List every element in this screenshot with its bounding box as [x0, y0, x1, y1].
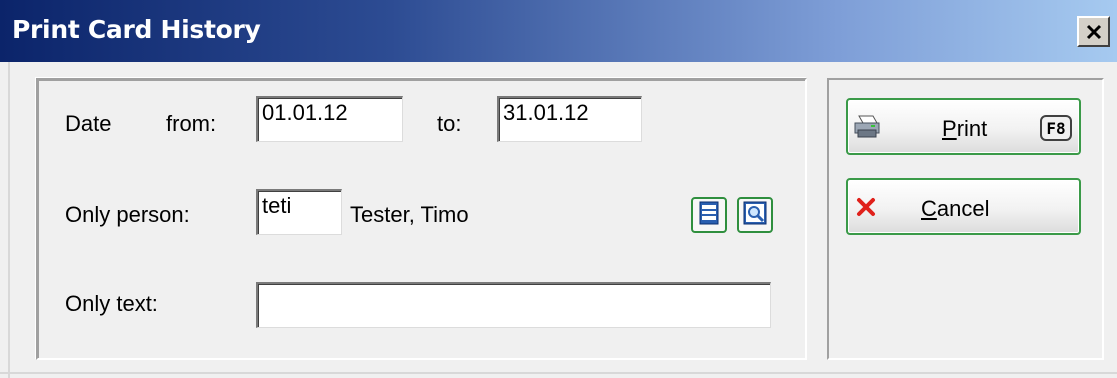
print-button-label: Print: [942, 116, 988, 141]
select-person-button[interactable]: [691, 197, 727, 233]
red-x-icon: [856, 197, 876, 222]
person-name-display: Tester, Timo: [350, 202, 469, 227]
list-select-icon: [698, 201, 720, 230]
print-card-history-dialog: Print Card History Date from: 01.01.12 t…: [0, 0, 1117, 378]
window-left-edge: [8, 62, 10, 378]
printer-icon: [853, 114, 881, 145]
cancel-button-label: Cancel: [921, 196, 990, 221]
print-shortcut-badge: F8: [1040, 115, 1072, 141]
window-bottom-edge: [0, 372, 1117, 374]
to-label: to:: [437, 111, 462, 136]
date-from-input[interactable]: 01.01.12: [256, 96, 403, 142]
title-bar: Print Card History: [0, 0, 1117, 62]
cancel-button[interactable]: Cancel: [846, 178, 1081, 235]
date-label: Date: [65, 111, 112, 136]
only-text-label: Only text:: [65, 291, 158, 316]
magnifier-icon: [743, 201, 767, 230]
close-button[interactable]: [1077, 16, 1110, 47]
print-button[interactable]: Print F8: [846, 98, 1081, 155]
only-person-label: Only person:: [65, 202, 190, 227]
only-text-input[interactable]: [256, 282, 771, 328]
window-title: Print Card History: [12, 15, 261, 44]
person-code-input[interactable]: teti: [256, 189, 342, 235]
close-icon: [1086, 20, 1102, 44]
search-person-button[interactable]: [737, 197, 773, 233]
from-label: from:: [166, 111, 217, 136]
date-to-input[interactable]: 31.01.12: [497, 96, 642, 142]
